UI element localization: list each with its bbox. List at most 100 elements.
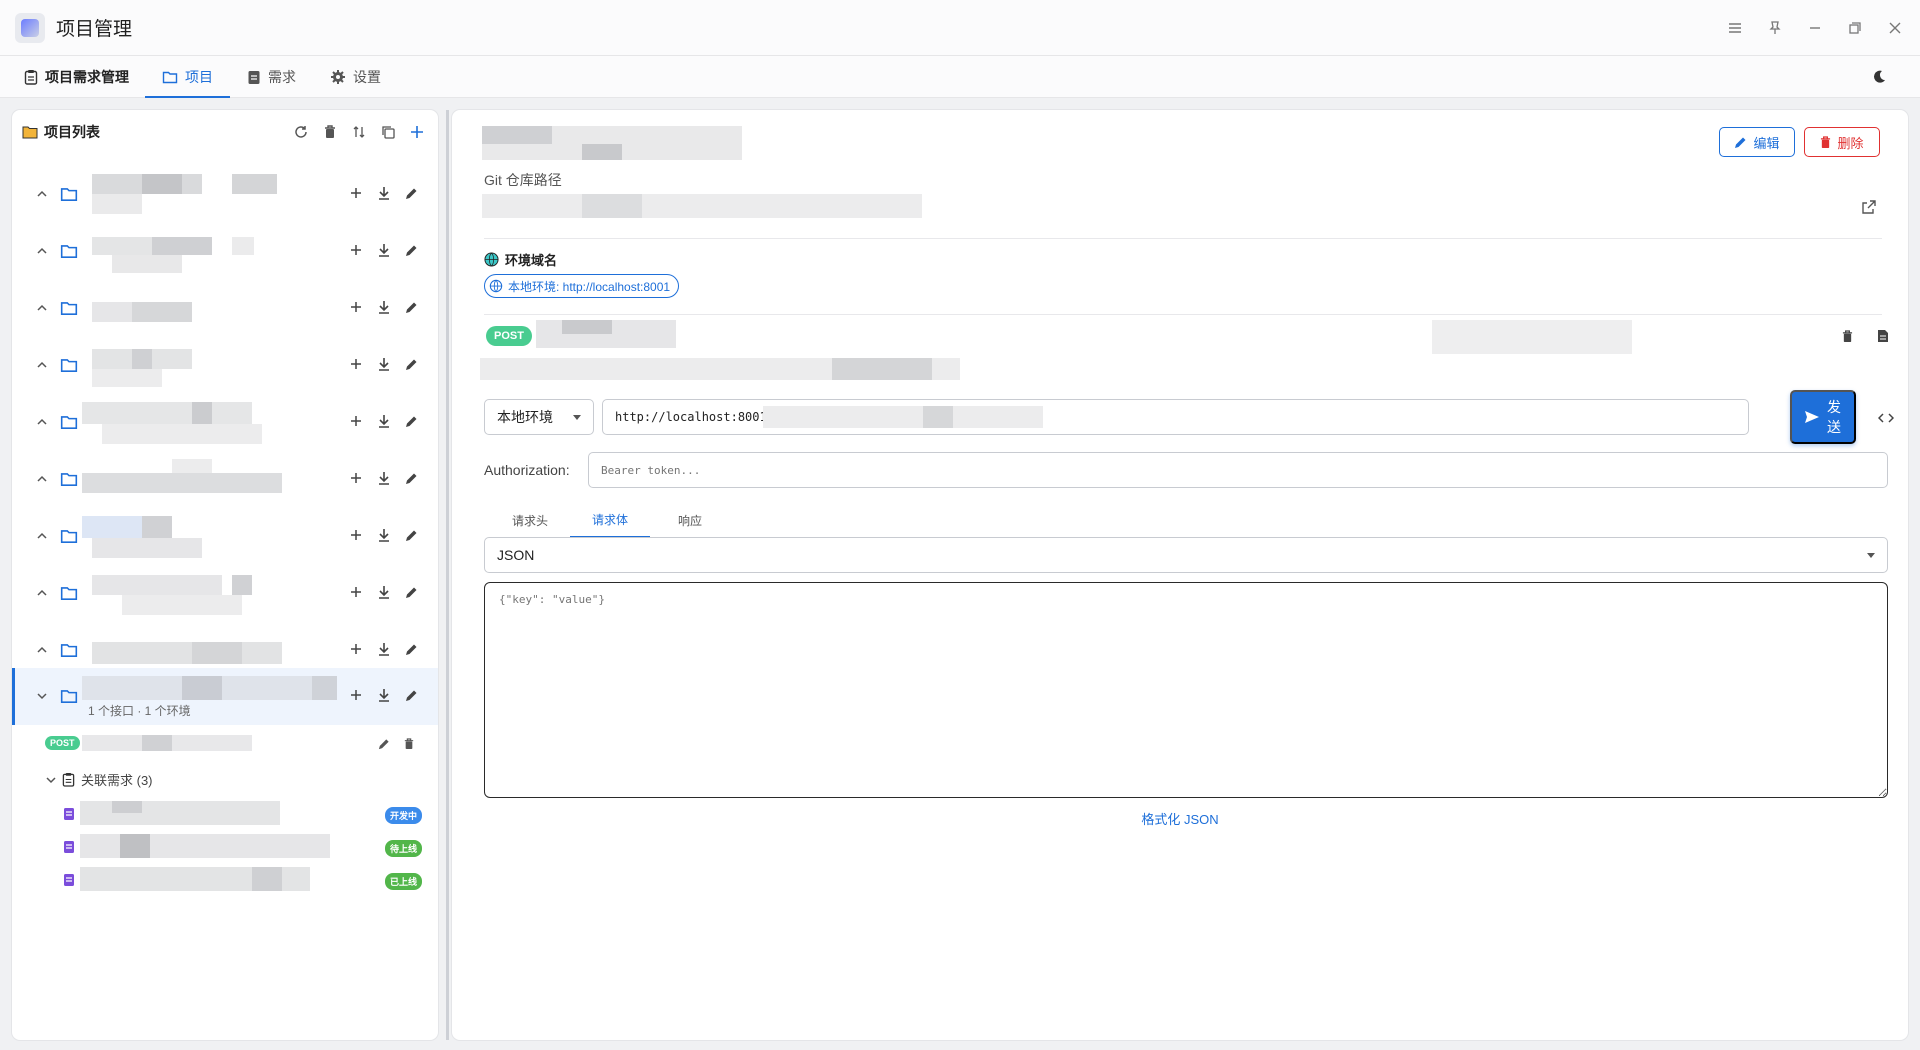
menu-icon[interactable] xyxy=(1724,17,1746,39)
chevron-up-icon[interactable] xyxy=(34,357,50,373)
trash-icon[interactable] xyxy=(404,737,418,751)
edit-icon[interactable] xyxy=(403,354,420,374)
external-link-icon[interactable] xyxy=(1862,200,1880,218)
url-input[interactable]: http://localhost:8001 xyxy=(602,399,1749,435)
divider xyxy=(484,314,1882,315)
download-icon[interactable] xyxy=(375,183,392,203)
project-item[interactable] xyxy=(12,166,438,223)
chevron-up-icon[interactable] xyxy=(34,414,50,430)
env-select[interactable]: 本地环境 xyxy=(484,399,594,435)
app-title: 项目管理 xyxy=(56,19,133,40)
project-item[interactable] xyxy=(12,223,438,280)
endpoint-item[interactable]: POST xyxy=(12,727,438,761)
add-endpoint-icon[interactable] xyxy=(347,297,364,317)
env-chip[interactable]: 本地环境: http://localhost:8001 xyxy=(484,274,680,298)
add-endpoint-icon[interactable] xyxy=(347,468,364,488)
edit-project-button[interactable]: 编辑 xyxy=(1719,127,1795,157)
project-item[interactable] xyxy=(12,508,438,565)
divider xyxy=(484,238,1882,239)
refresh-icon[interactable] xyxy=(292,121,310,143)
chevron-up-icon[interactable] xyxy=(34,243,50,259)
send-button[interactable]: 发送 xyxy=(1790,390,1856,444)
tab-request-headers[interactable]: 请求头 xyxy=(490,502,570,538)
add-endpoint-icon[interactable] xyxy=(347,685,364,705)
sort-icon[interactable] xyxy=(350,121,368,143)
project-item-selected[interactable]: 1 个接口 · 1 个环境 xyxy=(12,668,438,725)
add-endpoint-icon[interactable] xyxy=(347,354,364,374)
body-type-select[interactable]: JSON xyxy=(484,537,1888,573)
download-icon[interactable] xyxy=(375,411,392,431)
folder-icon xyxy=(60,416,78,429)
copy-icon[interactable] xyxy=(379,121,397,143)
git-path-label: Git 仓库路径 xyxy=(484,172,562,188)
download-icon[interactable] xyxy=(375,354,392,374)
redacted-project-name xyxy=(82,459,337,501)
add-endpoint-icon[interactable] xyxy=(347,639,364,659)
tab-request-body[interactable]: 请求体 xyxy=(570,502,650,538)
pin-icon[interactable] xyxy=(1764,17,1786,39)
minimize-icon[interactable] xyxy=(1804,17,1826,39)
globe-icon xyxy=(484,252,499,267)
authorization-label: Authorization: xyxy=(484,462,570,478)
folder-icon xyxy=(60,302,78,315)
document-icon[interactable] xyxy=(1874,326,1892,346)
code-icon[interactable] xyxy=(1876,408,1896,428)
brand-item[interactable]: 项目需求管理 xyxy=(24,57,145,97)
add-endpoint-icon[interactable] xyxy=(347,411,364,431)
chevron-up-icon[interactable] xyxy=(34,471,50,487)
tab-settings[interactable]: 设置 xyxy=(313,57,398,97)
download-icon[interactable] xyxy=(375,639,392,659)
dark-mode-icon[interactable] xyxy=(1868,66,1890,88)
download-icon[interactable] xyxy=(375,297,392,317)
tab-response[interactable]: 响应 xyxy=(650,502,730,538)
edit-icon[interactable] xyxy=(403,525,420,545)
add-endpoint-icon[interactable] xyxy=(347,183,364,203)
project-item[interactable] xyxy=(12,451,438,508)
chevron-up-icon[interactable] xyxy=(34,642,50,658)
download-icon[interactable] xyxy=(375,240,392,260)
edit-icon[interactable] xyxy=(403,582,420,602)
redacted-project-name xyxy=(82,573,337,615)
requirement-item[interactable]: 开发中 xyxy=(12,797,438,830)
authorization-input[interactable] xyxy=(588,452,1888,488)
requirement-item[interactable]: 待上线 xyxy=(12,830,438,863)
project-item[interactable] xyxy=(12,280,438,337)
trash-icon[interactable] xyxy=(321,121,339,143)
download-icon[interactable] xyxy=(375,468,392,488)
edit-icon[interactable] xyxy=(403,240,420,260)
chevron-up-icon[interactable] xyxy=(34,300,50,316)
project-item[interactable] xyxy=(12,337,438,394)
requirement-item[interactable]: 已上线 xyxy=(12,863,438,896)
download-icon[interactable] xyxy=(375,525,392,545)
restore-icon[interactable] xyxy=(1844,17,1866,39)
document-icon xyxy=(64,874,74,886)
project-item[interactable] xyxy=(12,565,438,622)
chevron-up-icon[interactable] xyxy=(34,186,50,202)
related-requirements-toggle[interactable]: 关联需求 (3) xyxy=(46,770,153,789)
panel-splitter[interactable] xyxy=(446,110,449,1040)
format-json-link[interactable]: 格式化 JSON xyxy=(452,809,1908,828)
add-endpoint-icon[interactable] xyxy=(347,582,364,602)
plus-icon[interactable] xyxy=(408,121,426,143)
chevron-down-icon[interactable] xyxy=(34,688,50,704)
edit-icon[interactable] xyxy=(378,737,392,751)
project-item[interactable] xyxy=(12,394,438,451)
download-icon[interactable] xyxy=(375,685,392,705)
tab-requirements[interactable]: 需求 xyxy=(230,57,313,97)
edit-icon[interactable] xyxy=(403,639,420,659)
add-endpoint-icon[interactable] xyxy=(347,525,364,545)
download-icon[interactable] xyxy=(375,582,392,602)
edit-icon[interactable] xyxy=(403,411,420,431)
add-endpoint-icon[interactable] xyxy=(347,240,364,260)
chevron-up-icon[interactable] xyxy=(34,585,50,601)
tab-projects[interactable]: 项目 xyxy=(145,56,230,98)
edit-icon[interactable] xyxy=(403,183,420,203)
delete-project-button[interactable]: 删除 xyxy=(1804,127,1880,157)
edit-icon[interactable] xyxy=(403,468,420,488)
chevron-up-icon[interactable] xyxy=(34,528,50,544)
edit-icon[interactable] xyxy=(403,685,420,705)
request-body-editor[interactable] xyxy=(484,582,1888,798)
close-icon[interactable] xyxy=(1884,17,1906,39)
trash-icon[interactable] xyxy=(1838,326,1856,346)
edit-icon[interactable] xyxy=(403,297,420,317)
